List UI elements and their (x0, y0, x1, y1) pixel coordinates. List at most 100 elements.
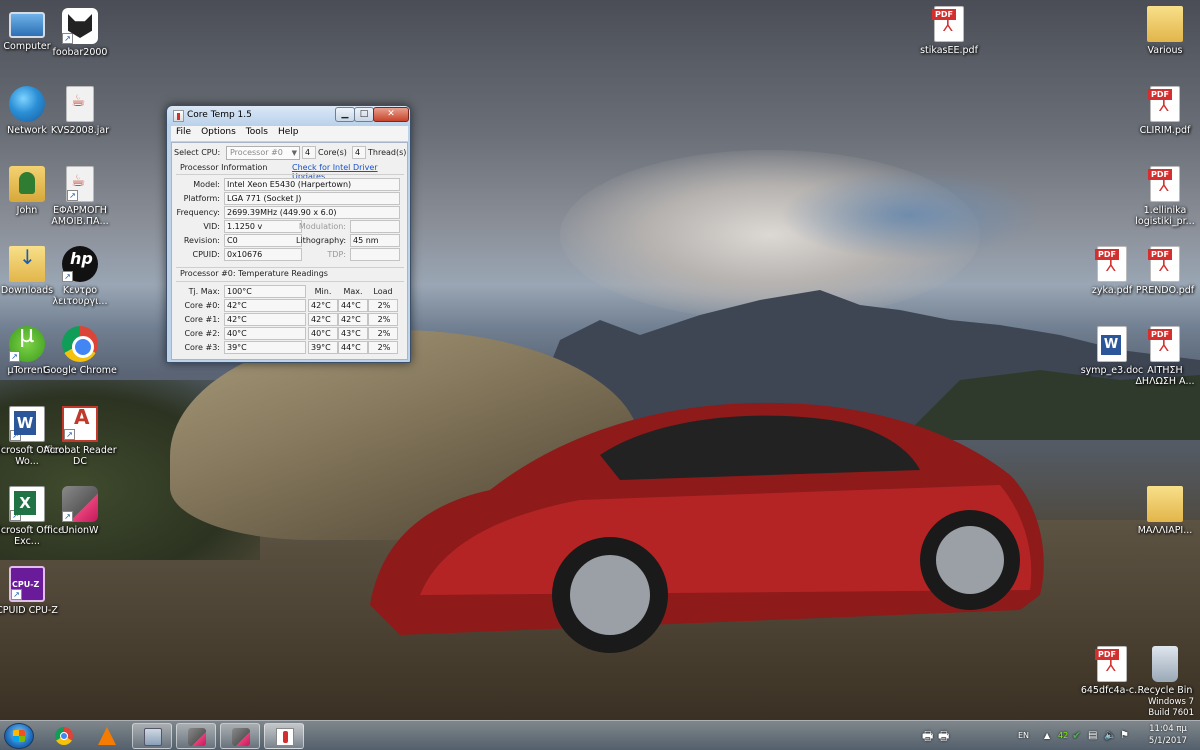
coretemp-window[interactable]: Core Temp 1.5 ▁ □ ✕ File Options Tools Help… (166, 105, 411, 363)
acrobat-icon: ↗ (62, 406, 98, 442)
clock-date: 5/1/2017 (1148, 736, 1188, 746)
temperature-readings-title: Processor #0: Temperature Readings (180, 269, 328, 278)
desktop-icon-various[interactable]: Various (1128, 6, 1200, 56)
maximize-button[interactable]: □ (354, 107, 374, 122)
shortcut-arrow-icon: ↗ (64, 429, 75, 440)
desktop-icon-cpuz[interactable]: ↗ CPUID CPU-Z (0, 566, 64, 616)
printer-icon[interactable]: 🖶 (938, 721, 949, 750)
core-3-temp: 39°C (224, 341, 306, 354)
select-cpu-dropdown[interactable]: Processor #0 ▼ (226, 146, 300, 160)
tray-expand-icon[interactable]: ▲ (1044, 721, 1050, 750)
shortcut-arrow-icon: ↗ (11, 589, 22, 600)
clock-time: 11:04 πμ (1149, 724, 1187, 734)
security-icon[interactable]: ✔ (1072, 721, 1081, 750)
desktop-icon-kvs2008[interactable]: KVS2008.jar (43, 86, 117, 136)
coretemp-client-area: Select CPU: Processor #0 ▼ 4 Core(s) 4 T… (171, 142, 408, 360)
core-3-load: 2% (368, 341, 398, 354)
desktop-icon-clirim[interactable]: CLIRIM.pdf (1128, 86, 1200, 136)
core-2-min: 40°C (308, 327, 338, 340)
watermark-build: Build 7601 (1148, 708, 1194, 718)
chevron-down-icon: ▼ (291, 149, 297, 157)
cpuz-icon: ↗ (9, 566, 45, 602)
language-indicator[interactable]: EN (1018, 721, 1029, 750)
taskbar-vlc[interactable] (87, 723, 127, 749)
wallpaper-car (370, 402, 1044, 653)
network-icon (9, 86, 45, 122)
thermometer-icon (173, 110, 184, 122)
core-3-max: 44°C (338, 341, 368, 354)
menu-help[interactable]: Help (273, 126, 304, 137)
desktop-icon-foobar2000[interactable]: ↗ foobar2000 (43, 8, 117, 58)
pdf-file-icon (1095, 646, 1127, 682)
unionw-icon (188, 728, 206, 746)
pdf-file-icon (1148, 326, 1180, 362)
threads-count: 4 (352, 146, 366, 159)
select-cpu-label: Select CPU: (174, 148, 221, 157)
jar-file-icon (66, 86, 94, 122)
lithography-value: 45 nm (350, 234, 400, 247)
modulation-label: Modulation: (298, 222, 346, 231)
menu-tools[interactable]: Tools (241, 126, 273, 137)
desktop-icon-recycle-bin[interactable]: Recycle Bin (1128, 646, 1200, 696)
core-0-max: 44°C (338, 299, 368, 312)
desktop-icon-chrome[interactable]: Google Chrome (43, 326, 117, 376)
close-button[interactable]: ✕ (373, 107, 409, 122)
printer-icon[interactable]: 🖶 (922, 721, 933, 750)
core-1-max: 42°C (338, 313, 368, 326)
divider (176, 174, 404, 175)
recycle-bin-icon (1152, 646, 1178, 682)
desktop-icon-aitisi[interactable]: ΑΙΤΗΣΗ ΔΗΛΩΣΗ Α... (1128, 326, 1200, 387)
wallpaper-sky (780, 170, 1040, 260)
tjmax-value: 100°C (224, 285, 306, 298)
desktop-icon-malliari[interactable]: ΜΑΛΛΙΑΡΙ... (1128, 486, 1200, 536)
desktop-icon-label: Acrobat Reader DC (43, 445, 117, 467)
desktop-icon-unionw[interactable]: ↗ UnionW (43, 486, 117, 536)
core-0-label: Core #0: (184, 301, 220, 310)
cores-count: 4 (302, 146, 316, 159)
shortcut-arrow-icon: ↗ (62, 33, 73, 44)
start-button[interactable] (4, 723, 34, 749)
shortcut-arrow-icon: ↗ (10, 430, 21, 441)
shortcut-arrow-icon: ↗ (9, 351, 20, 362)
coretemp-titlebar[interactable]: Core Temp 1.5 ▁ □ ✕ (167, 106, 410, 126)
volume-icon[interactable]: 🔈 (1104, 721, 1116, 750)
desktop-icon-stikasee[interactable]: stikasEE.pdf (912, 6, 986, 56)
network-tray-icon[interactable]: ▤ (1088, 721, 1097, 750)
taskbar-chrome[interactable] (44, 723, 84, 749)
chrome-icon (55, 727, 73, 745)
menu-file[interactable]: File (171, 126, 196, 137)
revision-label: Revision: (183, 236, 220, 245)
watermark-os: Windows 7 (1147, 697, 1194, 707)
tray-temperature[interactable]: 42 (1058, 721, 1068, 750)
desktop-icon-label: stikasEE.pdf (920, 45, 978, 56)
taskbar-unionw-1[interactable] (176, 723, 216, 749)
menu-options[interactable]: Options (196, 126, 241, 137)
taskbar-calculator[interactable] (132, 723, 172, 749)
processor-info-title: Processor Information (180, 163, 268, 172)
clock[interactable]: 11:04 πμ 5/1/2017 (1140, 723, 1196, 747)
core-2-temp: 40°C (224, 327, 306, 340)
taskbar-coretemp[interactable] (264, 723, 304, 749)
minimize-button[interactable]: ▁ (335, 107, 355, 122)
desktop-icon-efarmogi[interactable]: ↗ ΕΦΑΡΜΟΓΗ ΑΜΟΙΒ.ΠΑ... (43, 166, 117, 227)
column-min: Min. (314, 287, 332, 296)
taskbar-unionw-2[interactable] (220, 723, 260, 749)
desktop-icon-label: Κεντρο λειτουργι... (52, 285, 108, 307)
cpuid-value: 0x10676 (224, 248, 302, 261)
desktop-icon-ellinika[interactable]: 1.ellinika logistiki_pr... (1128, 166, 1200, 227)
frequency-label: Frequency: (176, 208, 220, 217)
pdf-file-icon (1095, 246, 1127, 282)
action-center-flag-icon[interactable]: ⚑ (1120, 721, 1129, 750)
desktop-icon-acrobat[interactable]: ↗ Acrobat Reader DC (43, 406, 117, 467)
desktop-icon-hp-center[interactable]: ↗ Κεντρο λειτουργι... (43, 246, 117, 307)
model-label: Model: (193, 180, 220, 189)
excel-icon: ↗ (9, 486, 45, 522)
desktop-icon-prendo[interactable]: PRENDO.pdf (1128, 246, 1200, 296)
user-folder-icon (9, 166, 45, 202)
chrome-icon (62, 326, 98, 362)
model-value: Intel Xeon E5430 (Harpertown) (224, 178, 400, 191)
windows-watermark: Windows 7 Build 7601 (1148, 697, 1194, 719)
jar-file-icon: ↗ (66, 166, 94, 202)
desktop-icon-label: 1.ellinika logistiki_pr... (1135, 205, 1195, 227)
menu-bar: File Options Tools Help (171, 126, 408, 141)
